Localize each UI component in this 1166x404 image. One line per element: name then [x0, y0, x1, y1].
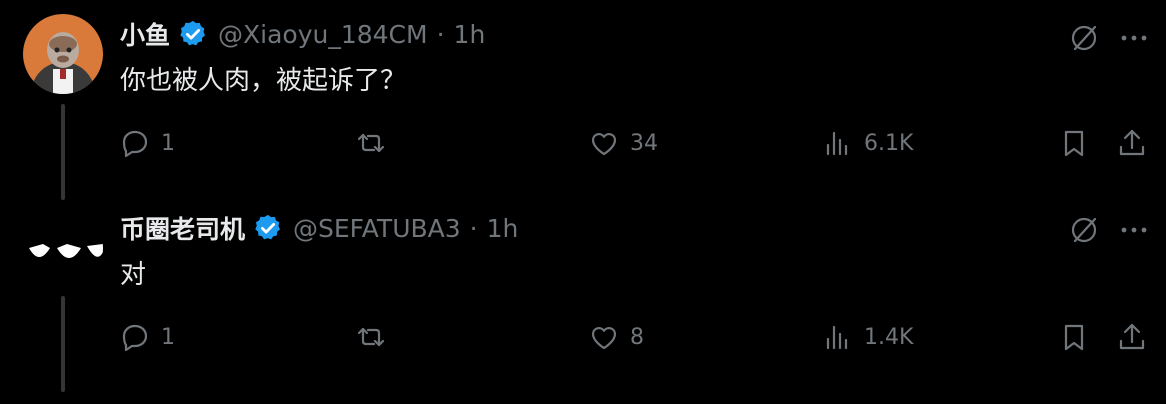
display-name[interactable]: 币圈老司机	[120, 210, 245, 246]
share-button[interactable]	[1116, 317, 1148, 357]
retweet-button[interactable]	[355, 317, 397, 357]
verified-badge-icon	[255, 214, 281, 240]
timestamp[interactable]: 1h	[454, 20, 486, 49]
views-button[interactable]: 6.1K	[822, 123, 913, 163]
display-name[interactable]: 小鱼	[120, 16, 170, 52]
heart-icon	[591, 133, 617, 156]
like-count: 8	[630, 324, 644, 350]
bookmark-button[interactable]	[1058, 317, 1090, 357]
angry-eyes-avatar-icon	[23, 208, 103, 288]
tweet-header: 小鱼 @Xiaoyu_184CM · 1h	[120, 16, 485, 52]
view-count: 1.4K	[864, 324, 914, 350]
like-button[interactable]: 8	[588, 317, 644, 357]
view-count: 6.1K	[864, 130, 914, 156]
like-count: 34	[630, 130, 658, 156]
reply-icon	[122, 130, 148, 158]
retweet-icon	[357, 133, 385, 153]
reply-count: 1	[161, 130, 175, 156]
views-chart-icon	[826, 325, 848, 350]
tweet-text: 对	[120, 260, 147, 290]
tweet[interactable]: 币圈老司机 @SEFATUBA3 · 1h 对 1 8 1.4K	[0, 194, 1166, 392]
share-icon	[1119, 323, 1145, 350]
user-handle[interactable]: @SEFATUBA3	[293, 214, 461, 243]
views-button[interactable]: 1.4K	[822, 317, 913, 357]
reply-button[interactable]: 1	[119, 317, 175, 357]
heart-icon	[591, 327, 617, 350]
bookmark-icon	[1064, 324, 1084, 351]
reply-icon	[122, 324, 148, 352]
more-options-icon[interactable]	[1116, 212, 1152, 248]
reply-thread: 小鱼 @Xiaoyu_184CM · 1h 你也被人肉，被起诉了？ 1 34 6…	[0, 0, 1166, 404]
retweet-button[interactable]	[355, 123, 397, 163]
avatar[interactable]	[23, 14, 103, 94]
like-button[interactable]: 34	[588, 123, 658, 163]
timestamp[interactable]: 1h	[487, 214, 519, 243]
reply-button[interactable]: 1	[119, 123, 175, 163]
retweet-icon	[357, 327, 385, 347]
more-options-icon[interactable]	[1116, 20, 1152, 56]
tweet-header: 币圈老司机 @SEFATUBA3 · 1h	[120, 210, 518, 246]
separator-dot: ·	[436, 19, 445, 49]
tweet-text: 你也被人肉，被起诉了？	[120, 66, 407, 96]
views-chart-icon	[826, 131, 848, 156]
bookmark-button[interactable]	[1058, 123, 1090, 163]
cartoon-character-avatar-icon	[23, 14, 103, 94]
tweet-actions: 1 34 6.1K	[0, 123, 1166, 163]
user-handle[interactable]: @Xiaoyu_184CM	[218, 20, 428, 49]
reply-count: 1	[161, 324, 175, 350]
separator-dot: ·	[469, 213, 478, 243]
verified-badge-icon	[180, 20, 206, 46]
share-button[interactable]	[1116, 123, 1148, 163]
avatar[interactable]	[23, 208, 103, 288]
share-icon	[1119, 129, 1145, 156]
bookmark-icon	[1064, 130, 1084, 157]
tweet-actions: 1 8 1.4K	[0, 317, 1166, 357]
tweet[interactable]: 小鱼 @Xiaoyu_184CM · 1h 你也被人肉，被起诉了？ 1 34 6…	[0, 0, 1166, 200]
grok-icon[interactable]	[1066, 212, 1102, 248]
grok-icon[interactable]	[1066, 20, 1102, 56]
